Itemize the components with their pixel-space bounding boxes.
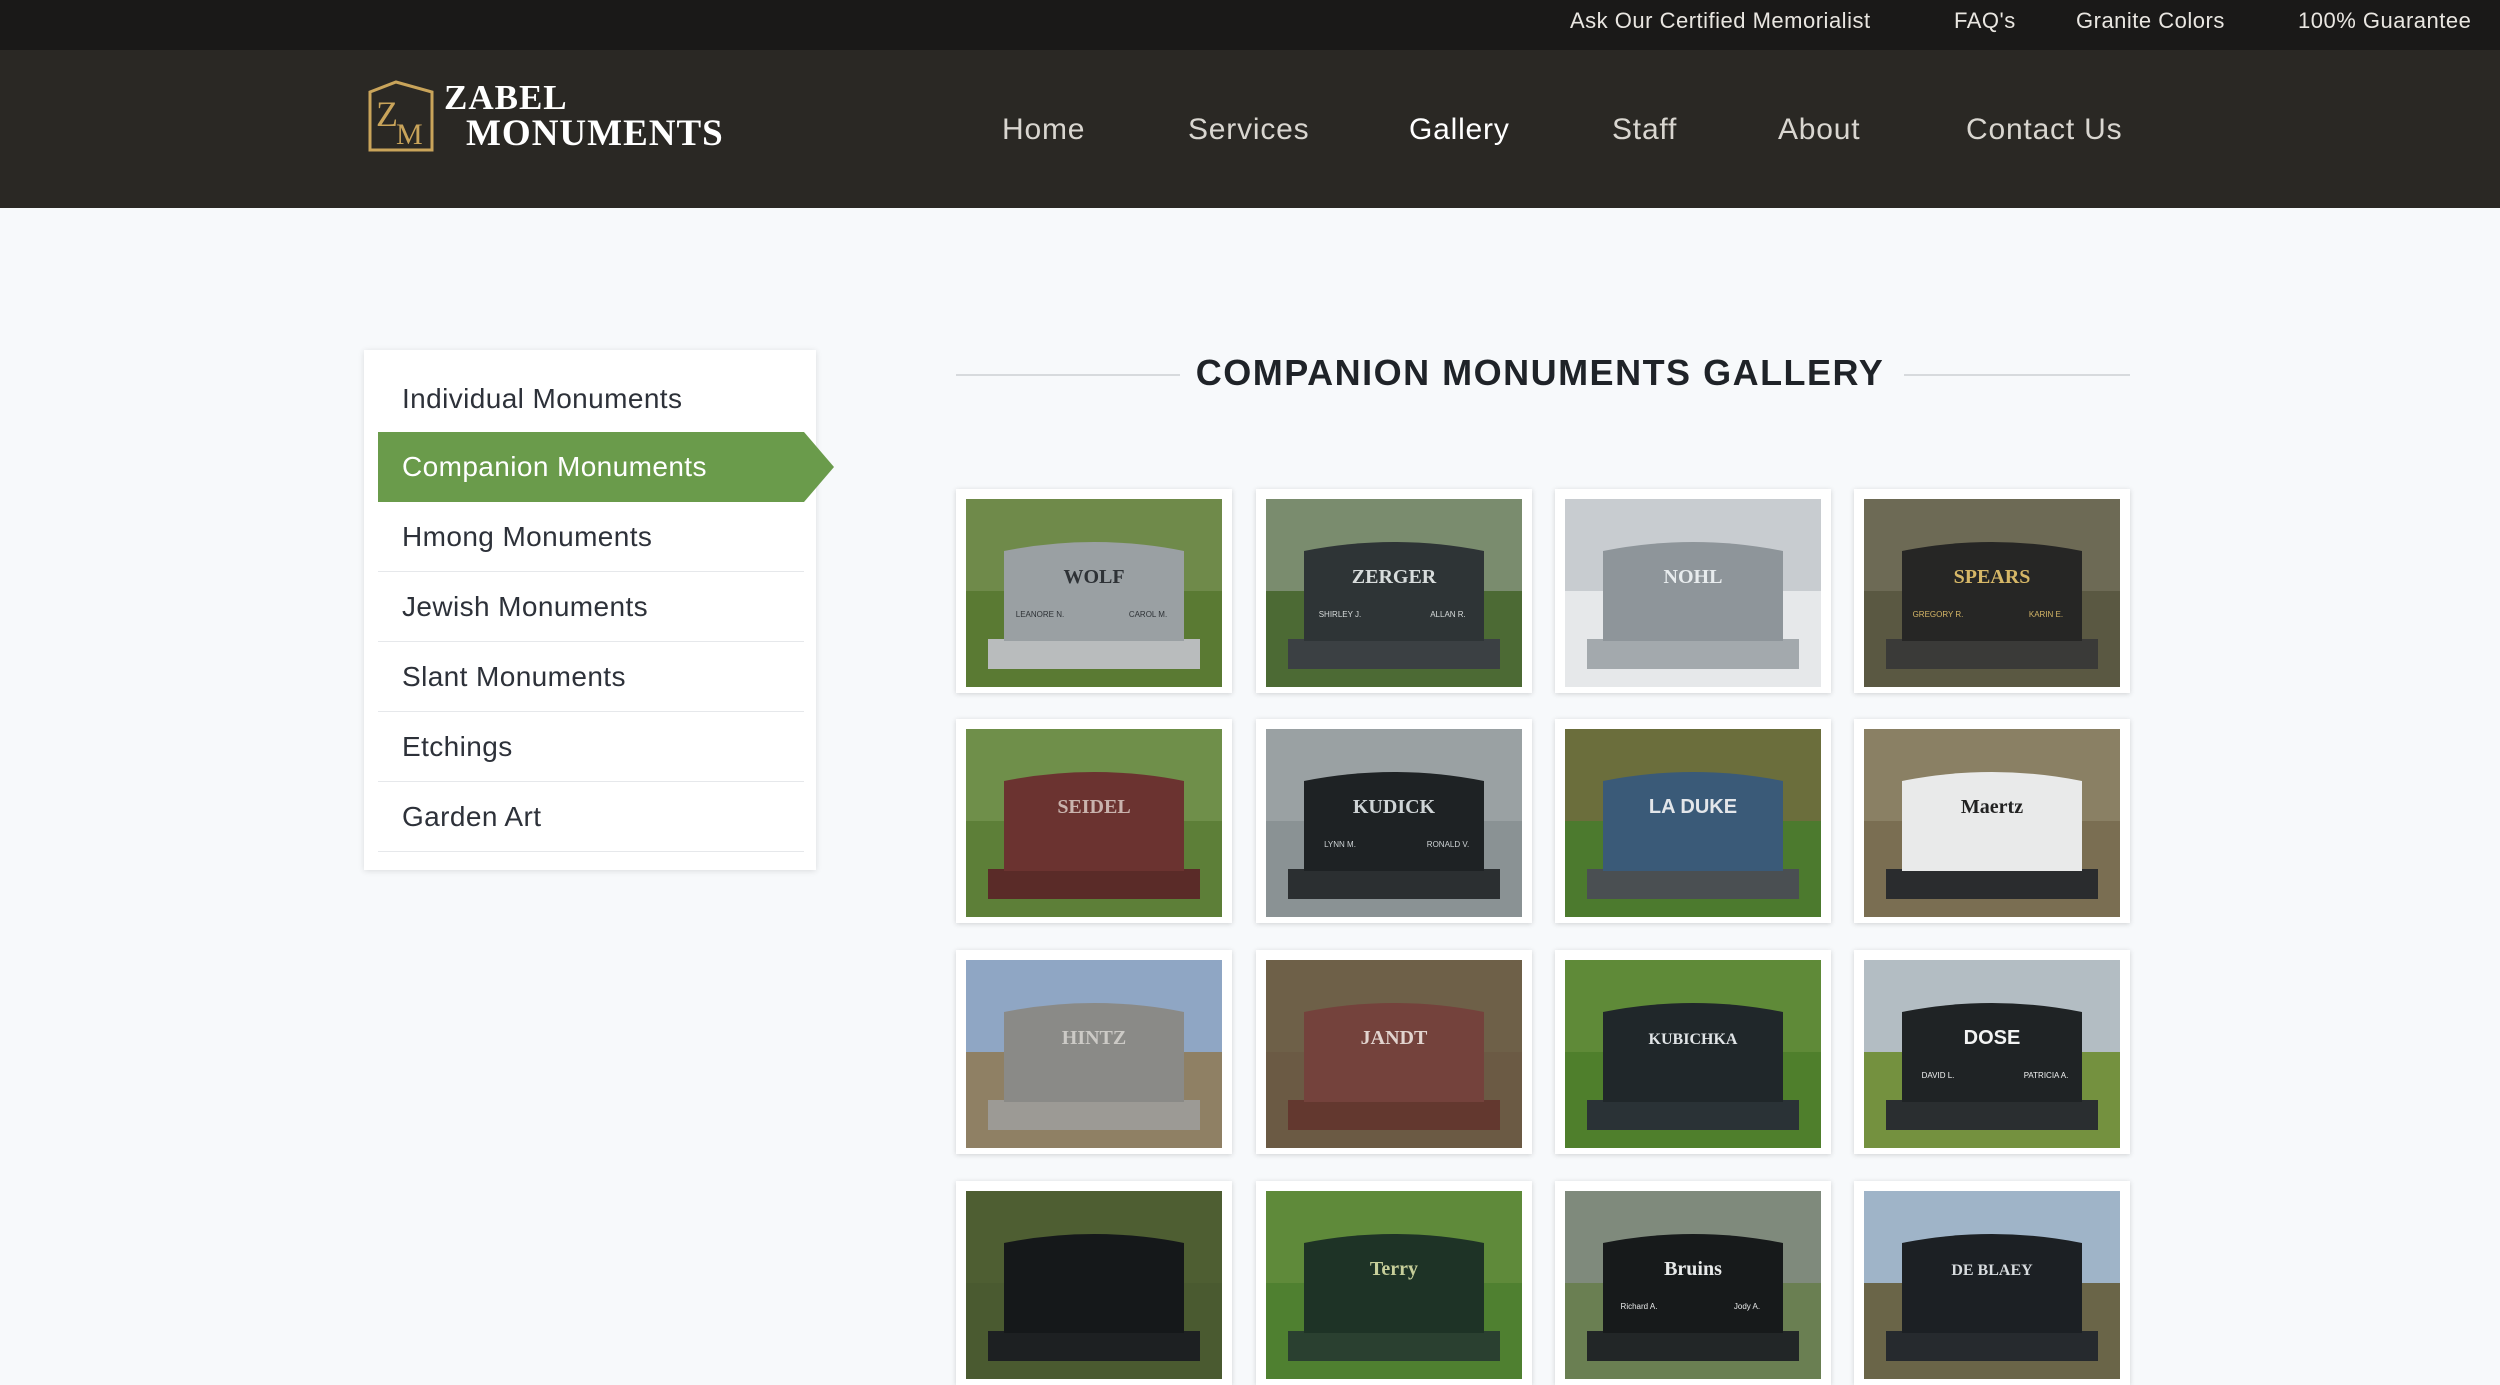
monument-name-right: RONALD V. bbox=[1427, 840, 1469, 849]
guarantee-link[interactable]: 100% Guarantee bbox=[2298, 0, 2471, 50]
monument-photo: Bruins Richard A. Jody A. bbox=[1565, 1191, 1821, 1379]
site-logo[interactable]: Z M ZABEL MONUMENTS bbox=[366, 78, 723, 154]
nav-about[interactable]: About bbox=[1778, 110, 1860, 150]
gallery-thumbnail[interactable]: DOSE DAVID L. PATRICIA A. bbox=[1854, 950, 2130, 1154]
monument-photo: JANDT bbox=[1266, 960, 1522, 1148]
monument-name-right: KARIN E. bbox=[2029, 610, 2063, 619]
logo-monogram-icon: Z M bbox=[366, 78, 438, 154]
monument-photo: KUBICHKA bbox=[1565, 960, 1821, 1148]
gallery-category-sidebar: Individual Monuments Companion Monuments… bbox=[364, 350, 834, 870]
logo-line-1: ZABEL bbox=[444, 78, 568, 117]
monument-name-left: LEANORE N. bbox=[1016, 610, 1064, 619]
monument-inscription: Terry bbox=[1370, 1258, 1418, 1280]
heading-rule-right bbox=[1904, 374, 2130, 376]
monument-name-left: SHIRLEY J. bbox=[1319, 610, 1362, 619]
monument-photo: Maertz bbox=[1864, 729, 2120, 917]
sidebar-item-companion[interactable]: Companion Monuments bbox=[378, 432, 804, 502]
gallery-thumbnail[interactable]: WOLF LEANORE N. CAROL M. bbox=[956, 489, 1232, 693]
gallery-thumbnail[interactable]: KUDICK LYNN M. RONALD V. bbox=[1256, 719, 1532, 923]
monument-photo: WOLF LEANORE N. CAROL M. bbox=[966, 499, 1222, 687]
monument-inscription: KUBICHKA bbox=[1649, 1031, 1738, 1048]
monument-inscription: NOHL bbox=[1664, 566, 1723, 588]
gallery-thumbnail[interactable]: HINTZ bbox=[956, 950, 1232, 1154]
sidebar-item-etchings[interactable]: Etchings bbox=[378, 712, 804, 782]
nav-contact-us[interactable]: Contact Us bbox=[1966, 110, 2122, 150]
gallery-thumbnail[interactable]: Maertz bbox=[1854, 719, 2130, 923]
gallery-thumbnail[interactable]: KUBICHKA bbox=[1555, 950, 1831, 1154]
monument-photo: NOHL bbox=[1565, 499, 1821, 687]
gallery-thumbnail[interactable]: JANDT bbox=[1256, 950, 1532, 1154]
heading-rule-left bbox=[956, 374, 1180, 376]
monument-photo: DOSE DAVID L. PATRICIA A. bbox=[1864, 960, 2120, 1148]
utility-bar: Ask Our Certified Memorialist FAQ's Gran… bbox=[0, 0, 2500, 50]
monument-photo: HINTZ bbox=[966, 960, 1222, 1148]
gallery-thumbnail[interactable]: SEIDEL bbox=[956, 719, 1232, 923]
monument-name-right: ALLAN R. bbox=[1430, 610, 1466, 619]
monument-inscription: Maertz bbox=[1961, 796, 2023, 818]
monument-inscription: SPEARS bbox=[1954, 566, 2031, 588]
faqs-link[interactable]: FAQ's bbox=[1954, 0, 2016, 50]
monument-name-right: CAROL M. bbox=[1129, 610, 1167, 619]
monument-name-left: Richard A. bbox=[1621, 1302, 1658, 1311]
svg-text:M: M bbox=[396, 118, 423, 151]
monument-inscription: DOSE bbox=[1964, 1027, 2021, 1049]
gallery-thumbnail[interactable]: Terry bbox=[1256, 1181, 1532, 1385]
gallery-thumbnail[interactable]: Bruins Richard A. Jody A. bbox=[1555, 1181, 1831, 1385]
monument-inscription: Bruins bbox=[1664, 1258, 1722, 1280]
gallery-thumbnail[interactable]: ZERGER SHIRLEY J. ALLAN R. bbox=[1256, 489, 1532, 693]
ask-memorialist-link[interactable]: Ask Our Certified Memorialist bbox=[1570, 0, 1871, 50]
monument-photo: LA DUKE bbox=[1565, 729, 1821, 917]
monument-photo bbox=[966, 1191, 1222, 1379]
logo-wordmark: ZABEL MONUMENTS bbox=[444, 80, 724, 152]
monument-inscription: HINTZ bbox=[1062, 1027, 1126, 1049]
monument-name-left: DAVID L. bbox=[1922, 1071, 1955, 1080]
monument-name-left: LYNN M. bbox=[1324, 840, 1356, 849]
nav-gallery[interactable]: Gallery bbox=[1409, 110, 1510, 150]
sidebar-item-garden-art[interactable]: Garden Art bbox=[378, 782, 804, 852]
gallery-title: COMPANION MONUMENTS GALLERY bbox=[1195, 352, 1885, 393]
nav-staff[interactable]: Staff bbox=[1612, 110, 1677, 150]
monument-name-right: Jody A. bbox=[1734, 1302, 1760, 1311]
sidebar-item-slant[interactable]: Slant Monuments bbox=[378, 642, 804, 712]
granite-colors-link[interactable]: Granite Colors bbox=[2076, 0, 2225, 50]
monument-inscription: LA DUKE bbox=[1649, 796, 1737, 818]
sidebar-item-individual[interactable]: Individual Monuments bbox=[378, 364, 804, 434]
gallery-thumbnail[interactable]: NOHL bbox=[1555, 489, 1831, 693]
gallery-thumbnail[interactable]: SPEARS GREGORY R. KARIN E. bbox=[1854, 489, 2130, 693]
monument-photo: ZERGER SHIRLEY J. ALLAN R. bbox=[1266, 499, 1522, 687]
monument-photo: DE BLAEY bbox=[1864, 1191, 2120, 1379]
logo-line-2: MONUMENTS bbox=[466, 113, 724, 154]
svg-text:Z: Z bbox=[376, 94, 398, 134]
nav-home[interactable]: Home bbox=[1002, 110, 1085, 150]
monument-photo: SPEARS GREGORY R. KARIN E. bbox=[1864, 499, 2120, 687]
gallery-thumbnail[interactable] bbox=[956, 1181, 1232, 1385]
monument-photo: SEIDEL bbox=[966, 729, 1222, 917]
monument-inscription: WOLF bbox=[1063, 566, 1124, 588]
gallery-thumbnail[interactable]: LA DUKE bbox=[1555, 719, 1831, 923]
monument-photo: KUDICK LYNN M. RONALD V. bbox=[1266, 729, 1522, 917]
gallery-thumbnail[interactable]: DE BLAEY bbox=[1854, 1181, 2130, 1385]
nav-services[interactable]: Services bbox=[1188, 110, 1309, 150]
monument-inscription: JANDT bbox=[1361, 1027, 1428, 1049]
monument-inscription: DE BLAEY bbox=[1951, 1262, 2033, 1279]
monument-photo: Terry bbox=[1266, 1191, 1522, 1379]
monument-inscription: KUDICK bbox=[1353, 796, 1436, 818]
sidebar-item-jewish[interactable]: Jewish Monuments bbox=[378, 572, 804, 642]
monument-inscription: ZERGER bbox=[1352, 566, 1437, 588]
monument-name-left: GREGORY R. bbox=[1913, 610, 1964, 619]
monument-inscription: SEIDEL bbox=[1057, 796, 1130, 818]
monument-name-right: PATRICIA A. bbox=[2024, 1071, 2069, 1080]
active-indicator-arrow bbox=[804, 432, 834, 502]
sidebar-item-hmong[interactable]: Hmong Monuments bbox=[378, 502, 804, 572]
